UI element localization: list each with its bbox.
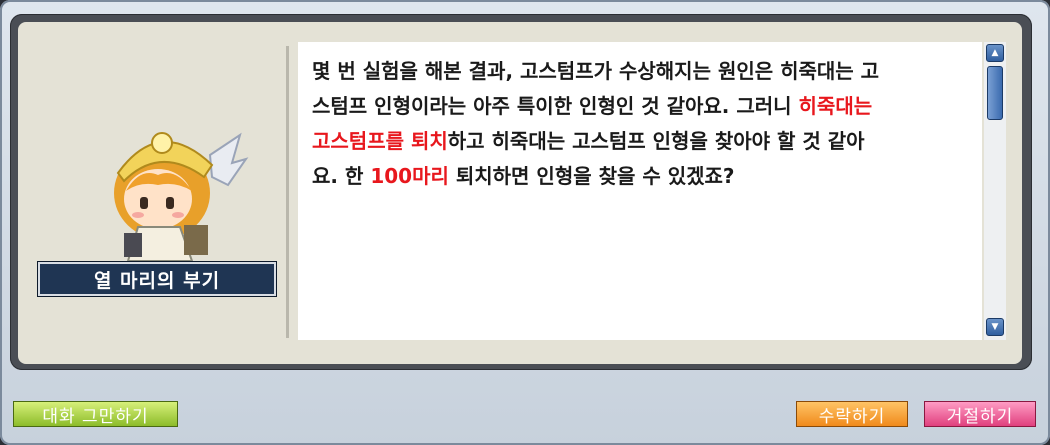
- decline-button[interactable]: 거절하기: [924, 401, 1036, 427]
- end-chat-button[interactable]: 대화 그만하기: [13, 401, 178, 427]
- dialog-scrollbar[interactable]: ▲ ▼: [984, 42, 1006, 340]
- scroll-up-icon[interactable]: ▲: [986, 44, 1004, 62]
- message-line-3: 고스텀프를 퇴치하고 히죽대는 고스텀프 인형을 찾아야 할 것 같아: [312, 129, 865, 153]
- dialog-message: 몇 번 실험을 해본 결과, 고스텀프가 수상해지는 원인은 히죽대는 고 스텀…: [312, 54, 972, 194]
- highlight-count: 100마리: [370, 164, 449, 188]
- scroll-thumb[interactable]: [987, 66, 1003, 120]
- message-line-1: 몇 번 실험을 해본 결과, 고스텀프가 수상해지는 원인은 히죽대는 고: [312, 59, 880, 83]
- dialog-text-box: 몇 번 실험을 해본 결과, 고스텀프가 수상해지는 원인은 히죽대는 고 스텀…: [298, 42, 982, 340]
- highlight-text: 고스텀프를 퇴치: [312, 129, 448, 153]
- scroll-down-icon[interactable]: ▼: [986, 318, 1004, 336]
- npc-dialog-window: 열 마리의 부기 몇 번 실험을 해본 결과, 고스텀프가 수상해지는 원인은 …: [0, 0, 1050, 445]
- npc-portrait: [114, 132, 249, 262]
- accept-button[interactable]: 수락하기: [796, 401, 908, 427]
- dialog-divider: [286, 46, 289, 338]
- dialog-button-bar: 대화 그만하기 수락하기 거절하기: [0, 386, 1050, 445]
- message-line-2: 스텀프 인형이라는 아주 특이한 인형인 것 같아요. 그러니 히죽대는: [312, 94, 873, 118]
- highlight-text: 히죽대는: [798, 94, 873, 118]
- npc-name-plate: 열 마리의 부기: [38, 262, 276, 296]
- message-line-4: 요. 한 100마리 퇴치하면 인형을 찾을 수 있겠죠?: [312, 164, 735, 188]
